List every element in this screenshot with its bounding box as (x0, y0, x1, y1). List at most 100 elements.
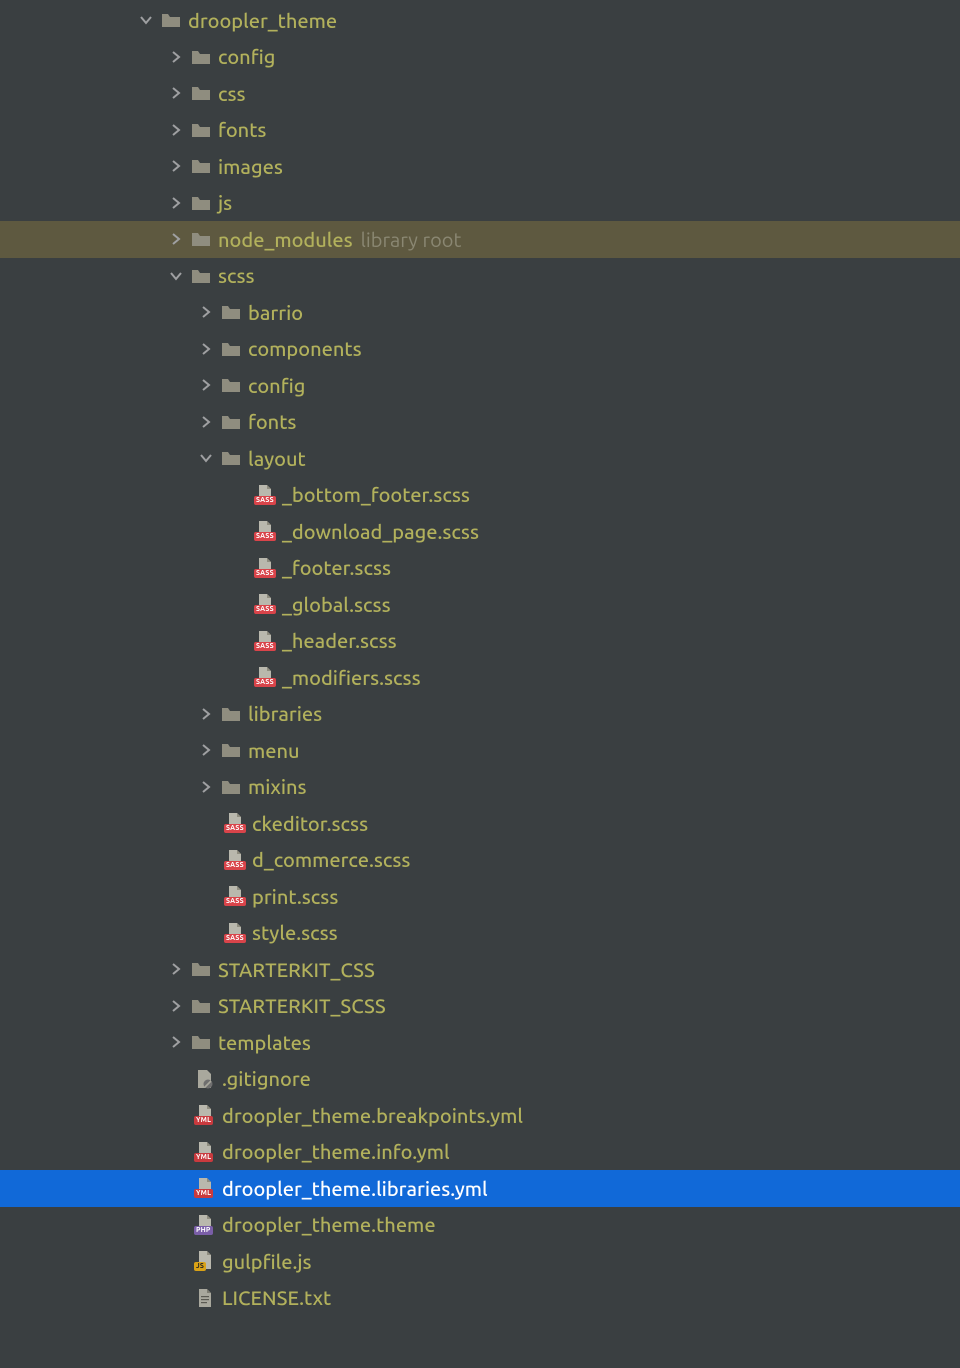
folder-label: components (248, 337, 362, 360)
file-row-ckeditor-scss[interactable]: SASSckeditor.scss (0, 805, 960, 842)
sass-file-icon: SASS (254, 520, 276, 542)
folder-row-starterkit-css[interactable]: STARTERKIT_CSS (0, 951, 960, 988)
folder-row-templates[interactable]: templates (0, 1024, 960, 1061)
file-row-print-scss[interactable]: SASS print.scss (0, 878, 960, 915)
file-row--global-scss[interactable]: SASS_global.scss (0, 586, 960, 623)
file-row--gitignore[interactable]: .gitignore (0, 1061, 960, 1098)
chevron-right-icon[interactable] (166, 959, 186, 979)
file-row-gulpfile-js[interactable]: JS gulpfile.js (0, 1243, 960, 1280)
sass-file-icon: SASS (254, 666, 276, 688)
folder-row-fonts[interactable]: fonts (0, 404, 960, 441)
sass-file-icon: SASS (254, 630, 276, 652)
folder-row-libraries[interactable]: libraries (0, 696, 960, 733)
file-row--footer-scss[interactable]: SASS_footer.scss (0, 550, 960, 587)
sass-file-icon: SASS (254, 593, 276, 615)
file-row-droopler-theme-breakpoints-yml[interactable]: YMLdroopler_theme.breakpoints.yml (0, 1097, 960, 1134)
folder-row-config[interactable]: config (0, 367, 960, 404)
file-row--modifiers-scss[interactable]: SASS _modifiers.scss (0, 659, 960, 696)
file-row--bottom-footer-scss[interactable]: SASS_bottom_footer.scss (0, 477, 960, 514)
folder-icon (190, 84, 212, 102)
folder-label: fonts (218, 118, 266, 141)
chevron-right-icon[interactable] (196, 777, 216, 797)
text-file-icon (194, 1287, 216, 1309)
file-row--header-scss[interactable]: SASS_header.scss (0, 623, 960, 660)
chevron-right-icon[interactable] (196, 704, 216, 724)
folder-icon (190, 48, 212, 66)
yml-file-icon: YML (194, 1141, 216, 1163)
folder-label: mixins (248, 775, 307, 798)
file-row-style-scss[interactable]: SASSstyle.scss (0, 915, 960, 952)
file-label: gulpfile.js (222, 1250, 312, 1273)
yml-file-icon: YML (194, 1177, 216, 1199)
chevron-right-icon[interactable] (166, 193, 186, 213)
file-row-droopler-theme-info-yml[interactable]: YML droopler_theme.info.yml (0, 1134, 960, 1171)
folder-row-scss[interactable]: scss (0, 258, 960, 295)
file-label: style.scss (252, 921, 338, 944)
chevron-right-icon[interactable] (196, 740, 216, 760)
folder-label: css (218, 82, 246, 105)
project-tree[interactable]: droopler_themeconfigcssfontsimagesjsnode… (0, 0, 960, 1316)
folder-row-config[interactable]: config (0, 39, 960, 76)
folder-row-images[interactable]: images (0, 148, 960, 185)
folder-label: node_modules (218, 228, 353, 251)
folder-row-barrio[interactable]: barrio (0, 294, 960, 331)
gitignore-file-icon (194, 1068, 216, 1090)
folder-label: droopler_theme (188, 9, 337, 32)
file-row-license-txt[interactable]: LICENSE.txt (0, 1280, 960, 1317)
folder-label: menu (248, 739, 300, 762)
chevron-right-icon[interactable] (166, 156, 186, 176)
folder-icon (220, 376, 242, 394)
folder-row-menu[interactable]: menu (0, 732, 960, 769)
file-label: _modifiers.scss (282, 666, 421, 689)
folder-row-fonts[interactable]: fonts (0, 112, 960, 149)
folder-row-droopler-theme[interactable]: droopler_theme (0, 2, 960, 39)
folder-row-mixins[interactable]: mixins (0, 769, 960, 806)
folder-label: layout (248, 447, 306, 470)
folder-icon (190, 960, 212, 978)
folder-row-components[interactable]: components (0, 331, 960, 368)
folder-icon (220, 303, 242, 321)
folder-row-starterkit-scss[interactable]: STARTERKIT_SCSS (0, 988, 960, 1025)
arrow-placeholder (226, 485, 250, 505)
folder-row-layout[interactable]: layout (0, 440, 960, 477)
file-row--download-page-scss[interactable]: SASS _download_page.scss (0, 513, 960, 550)
chevron-down-icon[interactable] (166, 266, 186, 286)
file-label: ckeditor.scss (252, 812, 368, 835)
chevron-right-icon[interactable] (166, 1032, 186, 1052)
chevron-right-icon[interactable] (166, 996, 186, 1016)
file-label: _download_page.scss (282, 520, 479, 543)
folder-icon (190, 230, 212, 248)
folder-label: fonts (248, 410, 296, 433)
chevron-down-icon[interactable] (136, 10, 156, 30)
file-label: LICENSE.txt (222, 1286, 331, 1309)
chevron-right-icon[interactable] (196, 302, 216, 322)
chevron-right-icon[interactable] (196, 375, 216, 395)
file-label: droopler_theme.info.yml (222, 1140, 450, 1163)
file-row-droopler-theme-libraries-yml[interactable]: YMLdroopler_theme.libraries.yml (0, 1170, 960, 1207)
chevron-right-icon[interactable] (196, 412, 216, 432)
folder-row-js[interactable]: js (0, 185, 960, 222)
chevron-right-icon[interactable] (166, 83, 186, 103)
file-label: print.scss (252, 885, 338, 908)
arrow-placeholder (226, 594, 250, 614)
file-label: _bottom_footer.scss (282, 483, 470, 506)
file-label: .gitignore (222, 1067, 311, 1090)
chevron-right-icon[interactable] (166, 47, 186, 67)
sass-file-icon: SASS (224, 885, 246, 907)
folder-label: STARTERKIT_SCSS (218, 994, 386, 1017)
file-row-d-commerce-scss[interactable]: SASSd_commerce.scss (0, 842, 960, 879)
folder-icon (220, 741, 242, 759)
chevron-down-icon[interactable] (196, 448, 216, 468)
chevron-right-icon[interactable] (166, 120, 186, 140)
folder-row-css[interactable]: css (0, 75, 960, 112)
php-file-icon: PHP (194, 1214, 216, 1236)
chevron-right-icon[interactable] (196, 339, 216, 359)
folder-icon (220, 449, 242, 467)
folder-label: templates (218, 1031, 311, 1054)
js-file-icon: JS (194, 1250, 216, 1272)
chevron-right-icon[interactable] (166, 229, 186, 249)
file-row-droopler-theme-theme[interactable]: PHP droopler_theme.theme (0, 1207, 960, 1244)
folder-row-node-modules[interactable]: node_moduleslibrary root (0, 221, 960, 258)
folder-label: config (248, 374, 305, 397)
file-label: droopler_theme.theme (222, 1213, 436, 1236)
